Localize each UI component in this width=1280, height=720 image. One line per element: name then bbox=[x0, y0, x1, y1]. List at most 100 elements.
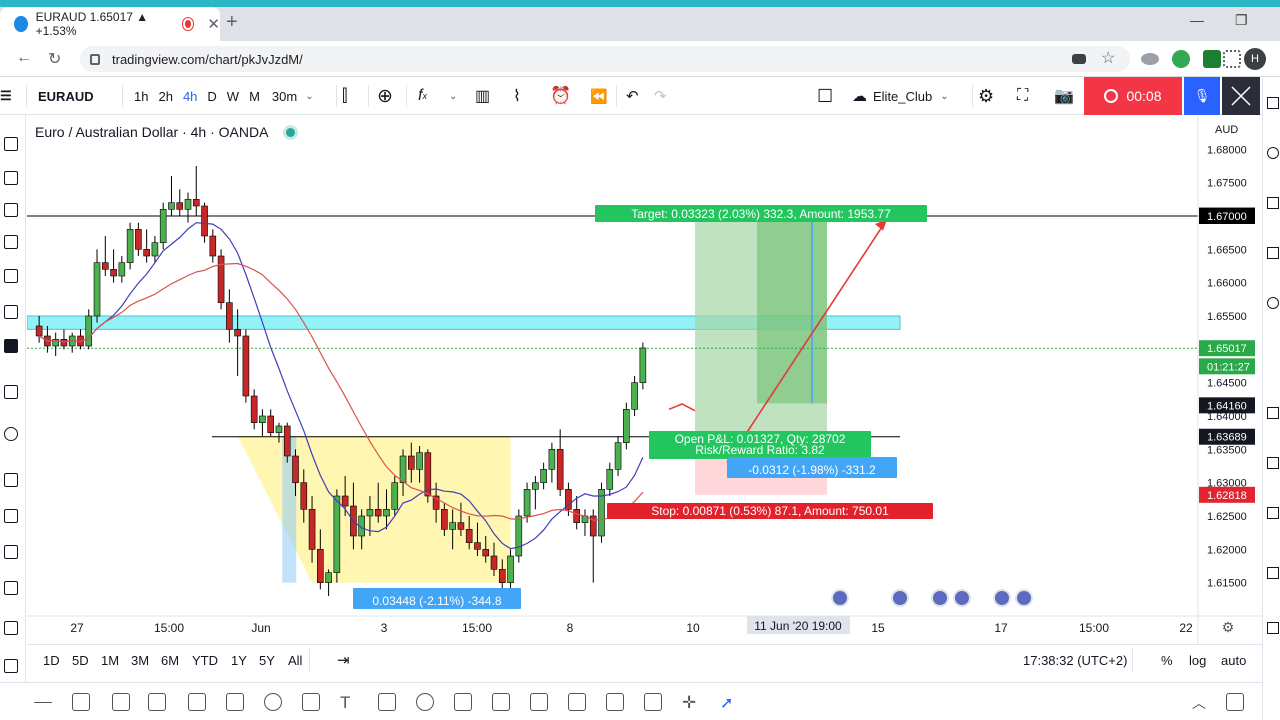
range-1m[interactable]: 1M bbox=[101, 653, 119, 668]
menu-icon[interactable]: ☰ bbox=[0, 77, 12, 115]
text-tool-icon[interactable] bbox=[4, 269, 18, 283]
replay-icon[interactable]: ⏪ bbox=[590, 77, 607, 115]
horizontal-line-tool-icon[interactable] bbox=[34, 702, 52, 703]
alert-icon[interactable]: ⏰ bbox=[550, 77, 571, 115]
url-field[interactable]: tradingview.com/chart/pkJvJzdM/ bbox=[80, 46, 1130, 72]
ray-tool-icon[interactable] bbox=[148, 693, 166, 711]
fib-extension-tool-icon[interactable] bbox=[568, 693, 586, 711]
chats-icon[interactable] bbox=[1267, 507, 1279, 519]
camera-icon[interactable]: 📷 bbox=[1054, 77, 1074, 115]
close-tab-icon[interactable]: ✕ bbox=[207, 15, 220, 33]
comment-tool-icon[interactable] bbox=[416, 693, 434, 711]
star-icon[interactable]: ☆ bbox=[1101, 48, 1115, 68]
interval-2h[interactable]: 2h bbox=[154, 89, 176, 104]
parallel-channel-tool-icon[interactable] bbox=[188, 693, 206, 711]
layout-icon[interactable]: ☐ bbox=[817, 77, 833, 115]
extension-icon[interactable] bbox=[1172, 50, 1190, 68]
range-ytd[interactable]: YTD bbox=[192, 653, 218, 668]
crosshair-tool-icon[interactable]: ✛ bbox=[682, 693, 700, 712]
range-all[interactable]: All bbox=[288, 653, 302, 668]
back-arrow-icon[interactable]: ← bbox=[16, 49, 32, 67]
interval-30m[interactable]: 30m bbox=[268, 89, 301, 104]
date-price-range-tool-icon[interactable] bbox=[644, 693, 662, 711]
log-scale-toggle[interactable]: log bbox=[1189, 653, 1206, 668]
compare-add-icon[interactable]: ⊕ bbox=[377, 77, 393, 115]
price-chart[interactable]: Target: 0.03323 (2.03%) 332.3, Amount: 1… bbox=[27, 116, 1262, 644]
chevron-down-icon[interactable]: ⌄ bbox=[305, 91, 313, 102]
data-window-icon[interactable] bbox=[1267, 197, 1279, 209]
pattern-tool-icon[interactable] bbox=[492, 693, 510, 711]
chart-canvas[interactable]: Target: 0.03323 (2.03%) 332.3, Amount: 1… bbox=[27, 116, 1262, 644]
browser-tab[interactable]: EURAUD 1.65017 ▲ +1.53% ✕ bbox=[0, 7, 220, 41]
range-1y[interactable]: 1Y bbox=[231, 653, 247, 668]
fib-channel-tool-icon[interactable] bbox=[606, 693, 624, 711]
pitchfork-tool-icon[interactable] bbox=[4, 203, 18, 217]
lock-drawings-icon[interactable] bbox=[4, 509, 18, 523]
avatar[interactable]: H bbox=[1244, 48, 1266, 70]
streams-icon[interactable] bbox=[1267, 457, 1279, 469]
hotlist-icon[interactable] bbox=[1267, 247, 1279, 259]
object-tree-icon[interactable] bbox=[4, 621, 18, 635]
range-3m[interactable]: 3M bbox=[131, 653, 149, 668]
hide-drawings-icon[interactable] bbox=[4, 545, 18, 559]
go-to-date-icon[interactable]: ⇥ bbox=[337, 651, 350, 669]
interval-w[interactable]: W bbox=[223, 89, 243, 104]
prediction-tool-icon[interactable] bbox=[4, 339, 18, 353]
ruler-icon[interactable] bbox=[4, 385, 18, 399]
callout-tool-icon[interactable] bbox=[378, 693, 396, 711]
range-1d[interactable]: 1D bbox=[43, 653, 60, 668]
chevron-down-icon[interactable]: ⌄ bbox=[449, 77, 457, 115]
undo-icon[interactable]: ↶ bbox=[626, 77, 639, 115]
draw-on-screen-icon[interactable] bbox=[1222, 77, 1260, 115]
microphone-icon[interactable]: 🎙 bbox=[1184, 77, 1220, 115]
ideas-icon[interactable] bbox=[1267, 407, 1279, 419]
templates-icon[interactable]: ⌇ bbox=[513, 77, 521, 115]
bar-style-icon[interactable]: ⫿ bbox=[342, 77, 347, 115]
trash-icon[interactable] bbox=[4, 581, 18, 595]
interval-1h[interactable]: 1h bbox=[130, 89, 152, 104]
auto-scale-toggle[interactable]: auto bbox=[1221, 653, 1246, 668]
indicators-icon[interactable]: fx bbox=[418, 77, 427, 115]
magnet-icon[interactable] bbox=[4, 473, 18, 487]
range-5y[interactable]: 5Y bbox=[259, 653, 275, 668]
trend-line-tool-icon[interactable] bbox=[72, 693, 90, 711]
pattern-tool-icon[interactable] bbox=[4, 305, 18, 319]
zoom-icon[interactable] bbox=[4, 427, 18, 441]
interval-d[interactable]: D bbox=[203, 89, 220, 104]
video-icon[interactable] bbox=[1072, 54, 1086, 64]
cloud-icon[interactable] bbox=[1141, 53, 1159, 65]
notifications-icon[interactable] bbox=[1267, 567, 1279, 579]
note-tool-icon[interactable] bbox=[454, 693, 472, 711]
excel-icon[interactable] bbox=[1203, 50, 1221, 68]
timezone-clock[interactable]: 17:38:32 (UTC+2) bbox=[1023, 653, 1127, 668]
vertical-line-tool-icon[interactable] bbox=[112, 693, 130, 711]
layout-selector[interactable]: ☁ Elite_Club ⌄ bbox=[852, 77, 949, 115]
fib-retracement-tool-icon[interactable] bbox=[530, 693, 548, 711]
chevron-up-icon[interactable]: ︿ bbox=[1192, 693, 1210, 711]
recording-timer-button[interactable]: 00:08 bbox=[1084, 77, 1182, 115]
brush-tool-icon[interactable] bbox=[4, 235, 18, 249]
range-5d[interactable]: 5D bbox=[72, 653, 89, 668]
symbol-search[interactable]: EURAUD bbox=[38, 89, 94, 104]
interval-4h[interactable]: 4h bbox=[179, 89, 201, 104]
rectangle-tool-icon[interactable] bbox=[226, 693, 244, 711]
range-6m[interactable]: 6M bbox=[161, 653, 179, 668]
new-tab-icon[interactable]: + bbox=[226, 11, 238, 34]
help-icon[interactable] bbox=[1267, 622, 1279, 634]
cursor-tool-icon[interactable]: ➚ bbox=[720, 693, 738, 712]
gear-icon[interactable]: ⚙ bbox=[978, 77, 994, 115]
ellipse-tool-icon[interactable] bbox=[264, 693, 282, 711]
calendar-icon[interactable] bbox=[1267, 297, 1279, 309]
collapse-toolbar-icon[interactable] bbox=[4, 659, 18, 673]
reload-icon[interactable]: ↻ bbox=[48, 49, 61, 69]
alerts-icon[interactable] bbox=[1267, 147, 1279, 159]
percent-scale-toggle[interactable]: % bbox=[1161, 653, 1173, 668]
trend-line-tool-icon[interactable] bbox=[4, 171, 18, 185]
maximize-panel-icon[interactable] bbox=[1226, 693, 1244, 711]
interval-m[interactable]: M bbox=[245, 89, 264, 104]
grid-icon[interactable] bbox=[1223, 50, 1241, 68]
cursor-tool-icon[interactable] bbox=[4, 137, 18, 151]
text-tool-icon[interactable]: T bbox=[340, 693, 358, 712]
fullscreen-icon[interactable]: ⛶ bbox=[1017, 77, 1028, 115]
restore-window-icon[interactable]: ❐ bbox=[1235, 12, 1248, 29]
